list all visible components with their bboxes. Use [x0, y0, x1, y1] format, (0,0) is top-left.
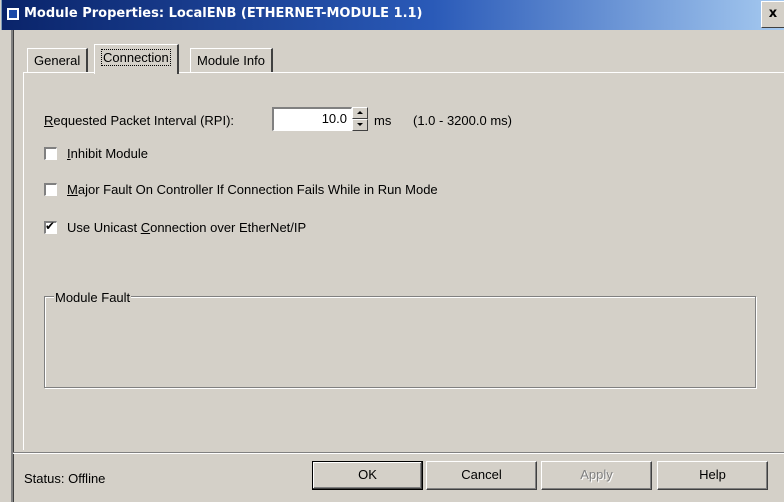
connection-tab-panel [23, 72, 784, 450]
tab-module-info-label: Module Info [197, 53, 265, 68]
rpi-label: Requested Packet Interval (RPI): [44, 113, 234, 128]
inhibit-module-checkbox[interactable] [44, 147, 57, 160]
module-fault-group [44, 296, 756, 388]
tab-general[interactable]: General [27, 48, 89, 72]
unicast-text-rest: onnection over EtherNet/IP [150, 220, 307, 235]
unicast-mnemonic: C [140, 220, 151, 235]
unicast-text-before: Use Unicast [67, 220, 141, 235]
window-left-edge [11, 30, 14, 502]
unicast-checkbox[interactable]: ✔ [44, 219, 57, 234]
title-bar[interactable]: Module Properties: LocalENB (ETHERNET-MO… [1, 0, 784, 30]
tab-connection-label: Connection [101, 49, 171, 66]
status-separator [13, 452, 784, 454]
apply-button[interactable]: Apply [541, 461, 652, 490]
close-icon: x [768, 6, 778, 21]
unicast-label[interactable]: Use Unicast Connection over EtherNet/IP [67, 220, 306, 235]
window-title: Module Properties: LocalENB (ETHERNET-MO… [24, 6, 423, 21]
inhibit-text: nhibit Module [70, 146, 148, 161]
rpi-spinner[interactable] [352, 107, 368, 131]
rpi-decrement-button[interactable] [352, 119, 368, 131]
tab-module-info[interactable]: Module Info [190, 48, 273, 72]
major-fault-checkbox[interactable] [44, 183, 57, 196]
spin-down-icon [357, 123, 363, 126]
major-fault-text: ajor Fault On Controller If Connection F… [77, 182, 438, 197]
rpi-label-text: equested Packet Interval (RPI): [53, 113, 235, 128]
ok-button[interactable]: OK [312, 461, 423, 490]
major-fault-label[interactable]: Major Fault On Controller If Connection … [67, 182, 438, 197]
rpi-range: (1.0 - 3200.0 ms) [413, 113, 512, 128]
rpi-label-mnemonic: R [44, 113, 54, 128]
close-button[interactable]: x [761, 1, 784, 28]
module-properties-icon [6, 7, 20, 21]
help-button[interactable]: Help [657, 461, 768, 490]
spin-up-icon [357, 111, 363, 114]
status-text: Status: Offline [24, 471, 106, 486]
cancel-button[interactable]: Cancel [426, 461, 537, 490]
tab-general-label: General [34, 53, 81, 68]
checkmark-icon: ✔ [45, 219, 56, 233]
inhibit-module-label[interactable]: Inhibit Module [67, 146, 148, 161]
rpi-unit: ms [374, 113, 392, 128]
major-fault-mnemonic: M [67, 182, 78, 197]
module-fault-label: Module Fault [54, 290, 132, 305]
rpi-increment-button[interactable] [352, 107, 368, 119]
module-properties-dialog: Module Properties: LocalENB (ETHERNET-MO… [0, 0, 784, 502]
tab-connection[interactable]: Connection [94, 44, 179, 74]
rpi-input[interactable]: 10.0 [272, 107, 352, 131]
